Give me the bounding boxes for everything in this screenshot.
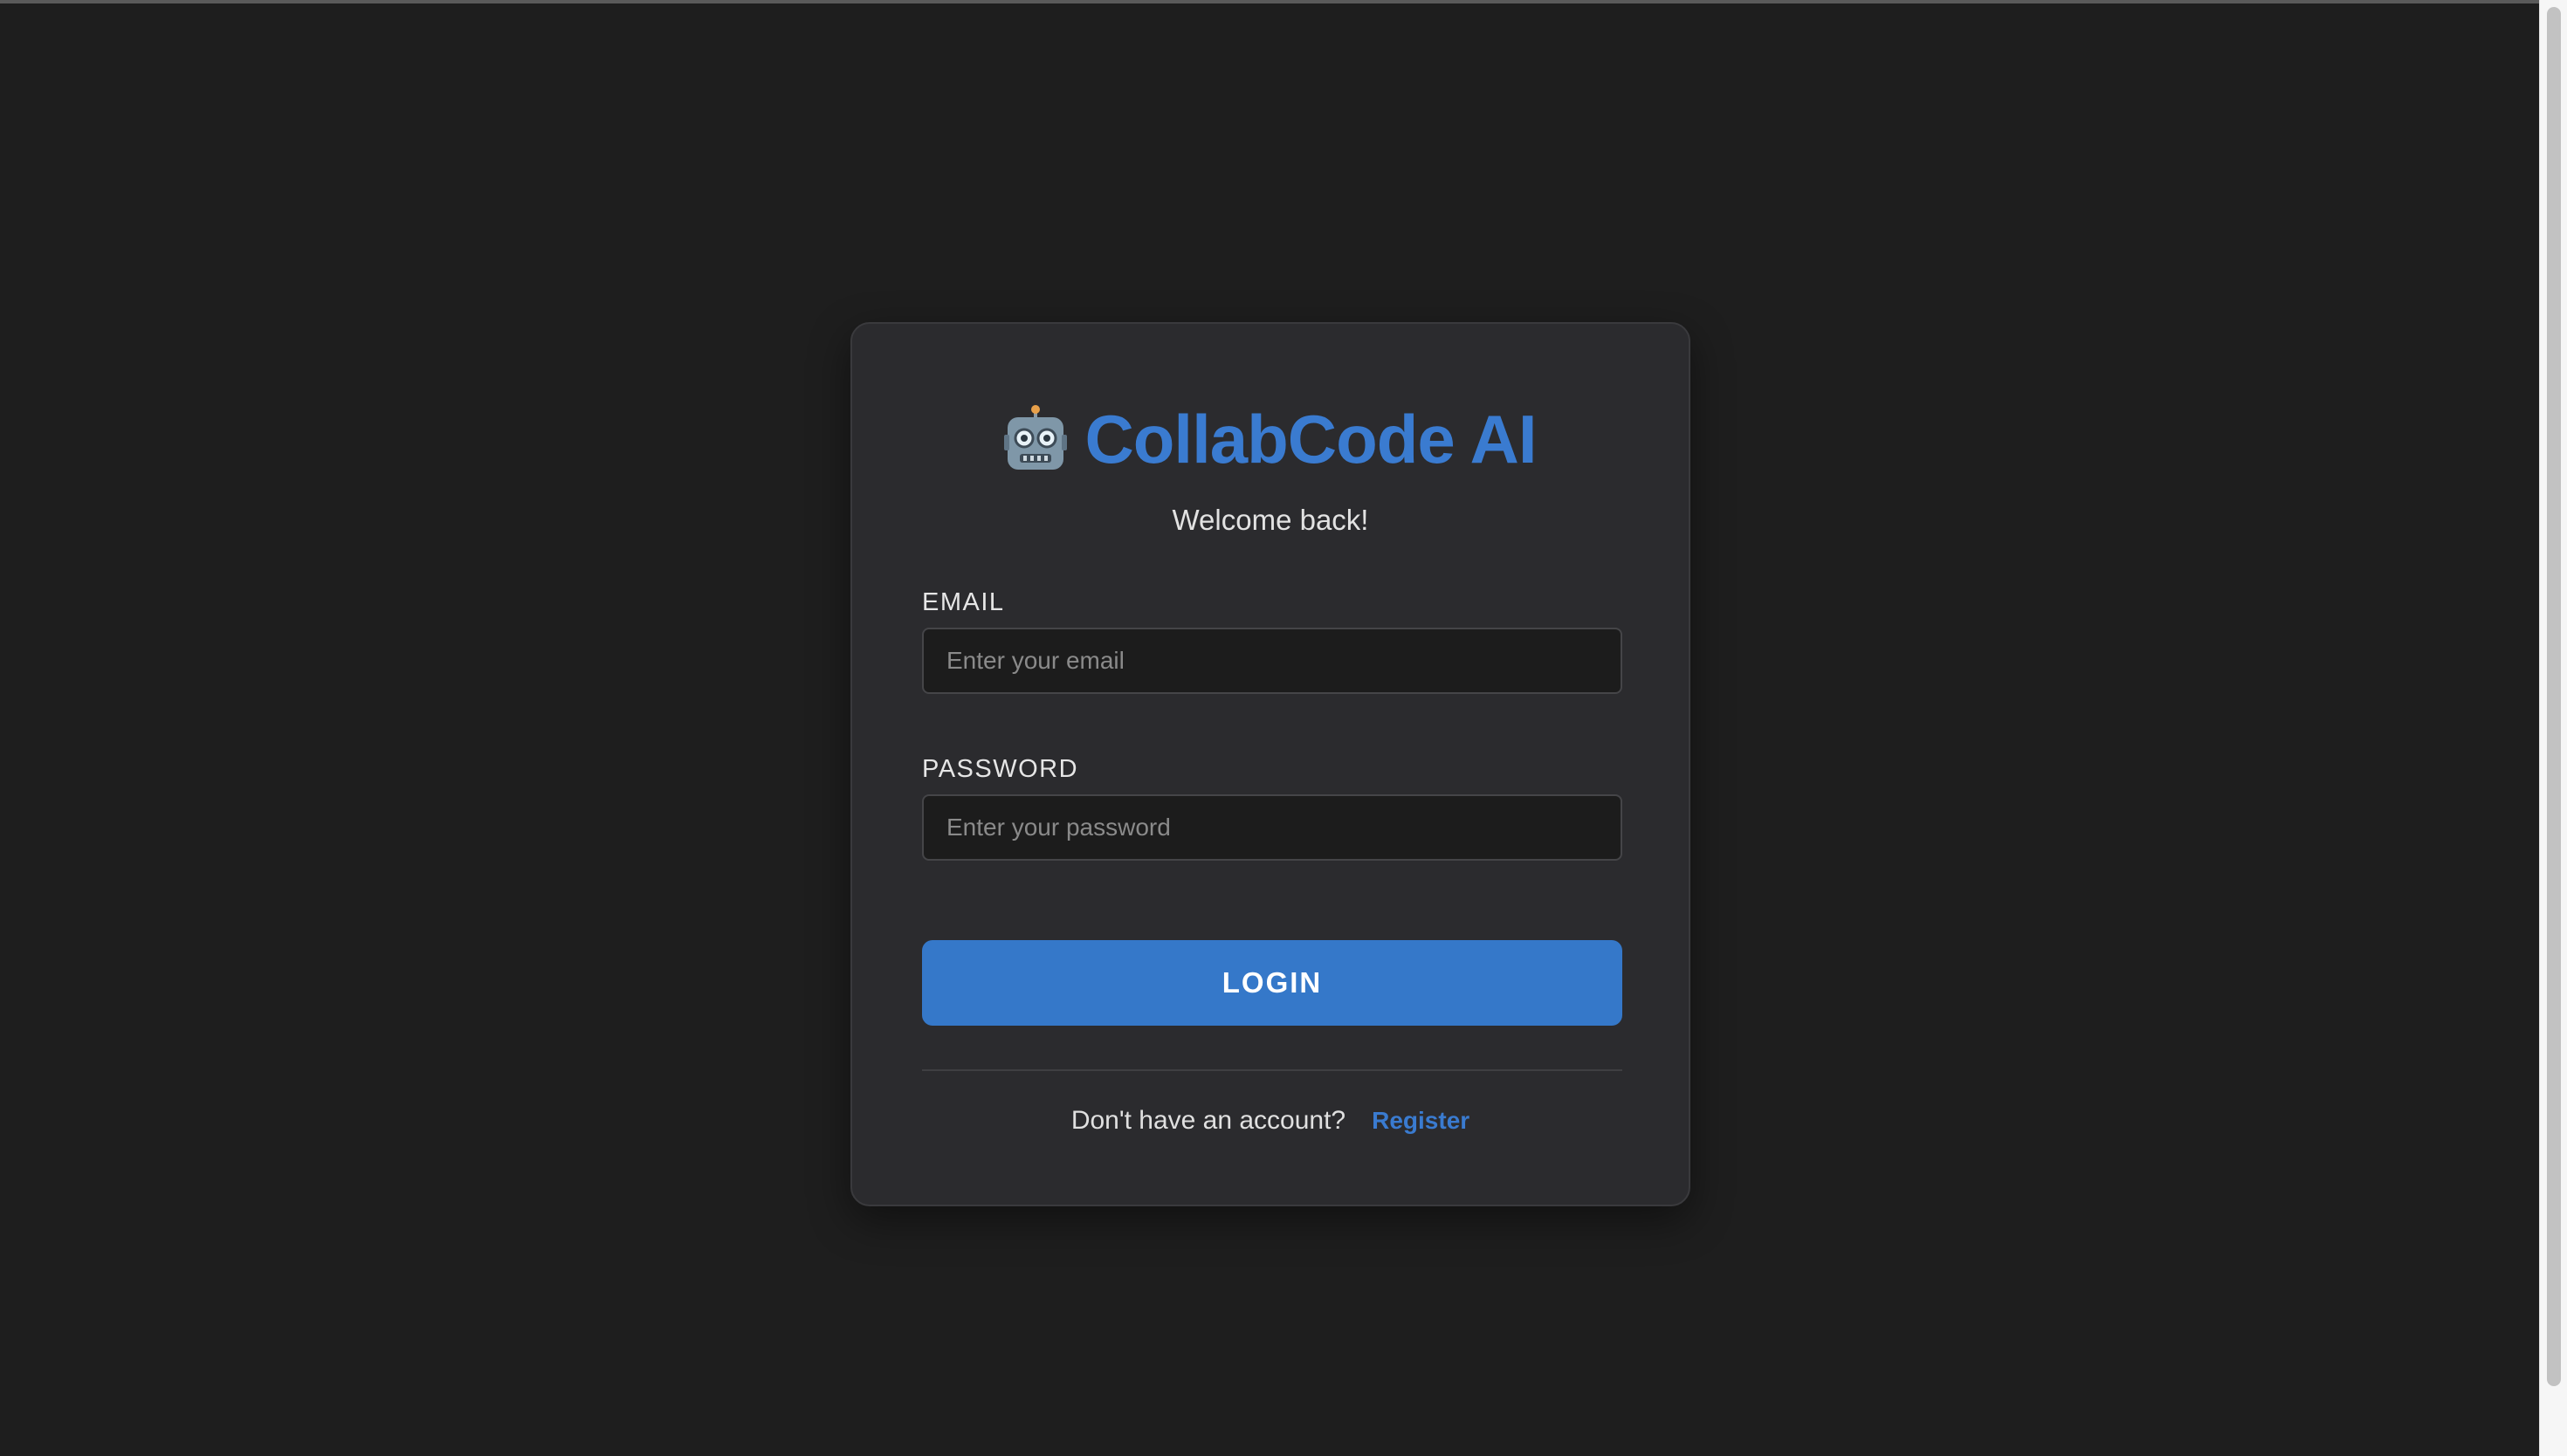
email-input[interactable] <box>922 628 1622 694</box>
login-card: CollabCode AI Welcome back! EMAIL PASSWO… <box>850 322 1690 1206</box>
robot-icon <box>1004 405 1068 470</box>
login-page: CollabCode AI Welcome back! EMAIL PASSWO… <box>0 0 2567 1456</box>
brand-header: CollabCode AI <box>852 395 1689 483</box>
password-input[interactable] <box>922 794 1622 861</box>
login-button[interactable]: LOGIN <box>922 940 1622 1026</box>
register-prompt: Don't have an account? Register <box>852 1106 1689 1136</box>
welcome-subtitle: Welcome back! <box>1172 504 1369 536</box>
password-label: PASSWORD <box>922 755 1079 783</box>
register-link[interactable]: Register <box>1372 1107 1469 1135</box>
top-divider <box>0 0 2539 3</box>
email-label: EMAIL <box>922 588 1005 616</box>
scrollbar[interactable] <box>2539 0 2567 1456</box>
app-title: CollabCode AI <box>1084 401 1537 477</box>
divider <box>922 1069 1622 1071</box>
no-account-text: Don't have an account? <box>1070 1106 1346 1135</box>
scrollbar-thumb[interactable] <box>2547 7 2561 1386</box>
